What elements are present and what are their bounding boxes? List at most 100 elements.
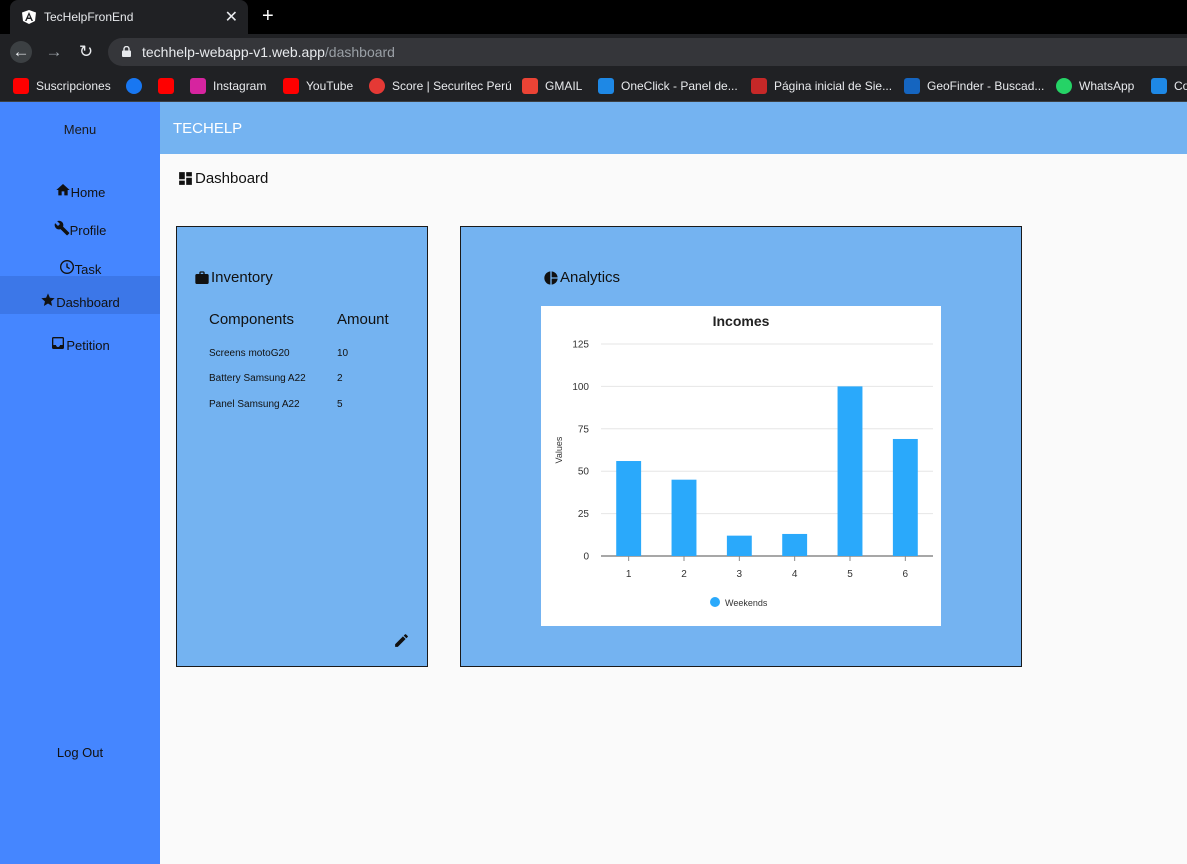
x-tick-label: 6	[903, 569, 909, 580]
brand-title: TECHELP	[173, 120, 243, 137]
app-header: TECHELP	[160, 102, 1187, 154]
bookmark-label: OneClick - Panel de...	[621, 79, 738, 93]
bookmark-item[interactable]	[158, 77, 181, 95]
bookmark-label: YouTube	[306, 79, 354, 93]
bookmark-item[interactable]: Suscripciones	[13, 77, 111, 95]
edit-pencil-icon[interactable]	[393, 632, 410, 649]
pie-chart-icon	[544, 271, 558, 285]
tab-title: TecHelpFronEnd	[44, 10, 134, 24]
url-host: techhelp-webapp-v1.web.app	[142, 44, 325, 60]
bookmark-label: Suscripciones	[36, 79, 111, 93]
url-path: /dashboard	[324, 44, 395, 60]
sidebar-item-label: Home	[70, 185, 106, 200]
bookmark-item[interactable]: Co	[1151, 77, 1187, 95]
chart-title: Incomes	[713, 313, 770, 329]
analytics-card: Analytics Incomes 0 25 50 75 100 125 Values 1 2 3 4…	[460, 226, 1022, 667]
x-tick-label: 2	[681, 569, 687, 580]
bookmark-item[interactable]: GMAIL	[522, 77, 582, 95]
x-tick-label: 4	[792, 569, 798, 580]
y-tick-label: 100	[572, 382, 589, 393]
youtube-icon	[158, 78, 174, 94]
sidebar-item-label: Petition	[66, 338, 110, 353]
lock-icon	[122, 46, 131, 57]
y-tick-label: 125	[572, 340, 589, 351]
bookmark-label: Score | Securitec Perú	[392, 79, 512, 93]
bookmark-label: Instagram	[213, 79, 267, 93]
forward-arrow-icon[interactable]: →	[43, 41, 65, 63]
instagram-icon	[190, 78, 206, 94]
whatsapp-icon	[1056, 78, 1072, 94]
page-title-text: Dashboard	[195, 170, 269, 187]
wrench-icon	[54, 220, 69, 236]
sidebar-item-profile[interactable]: Profile	[0, 204, 160, 242]
browser-tab[interactable]: TecHelpFronEnd ✕	[10, 0, 248, 34]
facebook-icon	[126, 78, 142, 94]
incomes-chart-svg: Incomes 0 25 50 75 100 125 Values 1 2 3 4 5 6 Weekends	[554, 313, 933, 608]
legend-marker	[710, 597, 720, 607]
x-tick-label: 3	[737, 569, 743, 580]
menu-title: Menu	[63, 122, 97, 137]
new-tab-button[interactable]: +	[262, 5, 274, 28]
sidebar-item-petition[interactable]: Petition	[0, 319, 160, 357]
gmail-icon	[522, 78, 538, 94]
legend-label: Weekends	[725, 598, 768, 608]
column-header-amount: Amount	[337, 311, 389, 328]
sidebar-item-home[interactable]: Home	[0, 166, 160, 204]
bookmark-item[interactable]: Instagram	[190, 77, 266, 95]
sidebar-item-label: Task	[74, 262, 102, 277]
inventory-title-text: Inventory	[211, 269, 273, 286]
browser-tab-bar: TecHelpFronEnd ✕ +	[0, 0, 1187, 34]
bookmark-item[interactable]: Score | Securitec Perú	[369, 77, 512, 95]
url-text: techhelp-webapp-v1.web.app/dashboard	[142, 44, 395, 60]
inventory-title: Inventory	[194, 269, 273, 286]
y-tick-label: 50	[578, 467, 590, 478]
bookmark-item[interactable]: OneClick - Panel de...	[598, 77, 738, 95]
sidebar: Menu Home Profile Task Dashboard Petitio…	[0, 102, 160, 864]
chart-bar	[616, 461, 642, 556]
close-tab-icon[interactable]: ✕	[225, 7, 238, 27]
incomes-chart: Incomes 0 25 50 75 100 125 Values 1 2 3 4 5 6 Weekends	[541, 306, 941, 626]
y-tick-label: 75	[578, 424, 590, 435]
y-tick-label: 25	[578, 509, 590, 520]
bookmark-label: WhatsApp	[1079, 79, 1135, 93]
analytics-title-text: Analytics	[560, 269, 621, 286]
y-tick-label: 0	[583, 552, 589, 563]
bookmark-item[interactable]: WhatsApp	[1056, 77, 1134, 95]
inbox-icon	[52, 337, 65, 349]
angular-icon	[22, 10, 36, 24]
chart-bar	[837, 386, 863, 556]
table-cell-component: Battery Samsung A22	[209, 373, 306, 384]
table-cell-amount: 2	[337, 373, 343, 384]
inventory-card: Inventory Components Amount Screens moto…	[176, 226, 428, 667]
dashboard-icon	[179, 172, 192, 185]
sidebar-item-label: Profile	[69, 223, 107, 238]
clock-icon	[59, 260, 74, 274]
bookmark-label: GeoFinder - Buscad...	[927, 79, 1045, 93]
bookmark-label: Página inicial de Sie...	[774, 79, 893, 93]
youtube-icon	[283, 78, 299, 94]
bookmark-item[interactable]	[126, 77, 149, 95]
bookmarks-bar: Suscripciones Instagram YouTube Score | Sec…	[0, 70, 1187, 102]
x-tick-label: 1	[626, 569, 632, 580]
briefcase-icon	[195, 271, 209, 284]
bookmark-item[interactable]: YouTube	[283, 77, 353, 95]
sidebar-item-label: Dashboard	[56, 295, 120, 310]
bookmark-item[interactable]: Página inicial de Sie...	[751, 77, 892, 95]
table-cell-component: Panel Samsung A22	[209, 399, 300, 410]
map-pin-icon	[904, 78, 920, 94]
globe-icon	[751, 78, 767, 94]
x-tick-label: 5	[847, 569, 853, 580]
page-title: Dashboard	[177, 170, 268, 187]
bookmark-item[interactable]: GeoFinder - Buscad...	[904, 77, 1044, 95]
back-arrow-icon[interactable]: ←	[10, 41, 32, 63]
address-bar[interactable]: techhelp-webapp-v1.web.app/dashboard	[108, 38, 1187, 66]
score-icon	[369, 78, 385, 94]
logout-button[interactable]: Log Out	[0, 745, 160, 760]
analytics-title: Analytics	[543, 269, 620, 286]
bookmark-label: Co	[1174, 79, 1187, 93]
home-icon	[55, 184, 70, 196]
reload-icon[interactable]: ↻	[75, 41, 97, 63]
edge-icon	[598, 78, 614, 94]
table-cell-amount: 5	[337, 399, 343, 410]
sidebar-item-dashboard[interactable]: Dashboard	[0, 276, 160, 314]
